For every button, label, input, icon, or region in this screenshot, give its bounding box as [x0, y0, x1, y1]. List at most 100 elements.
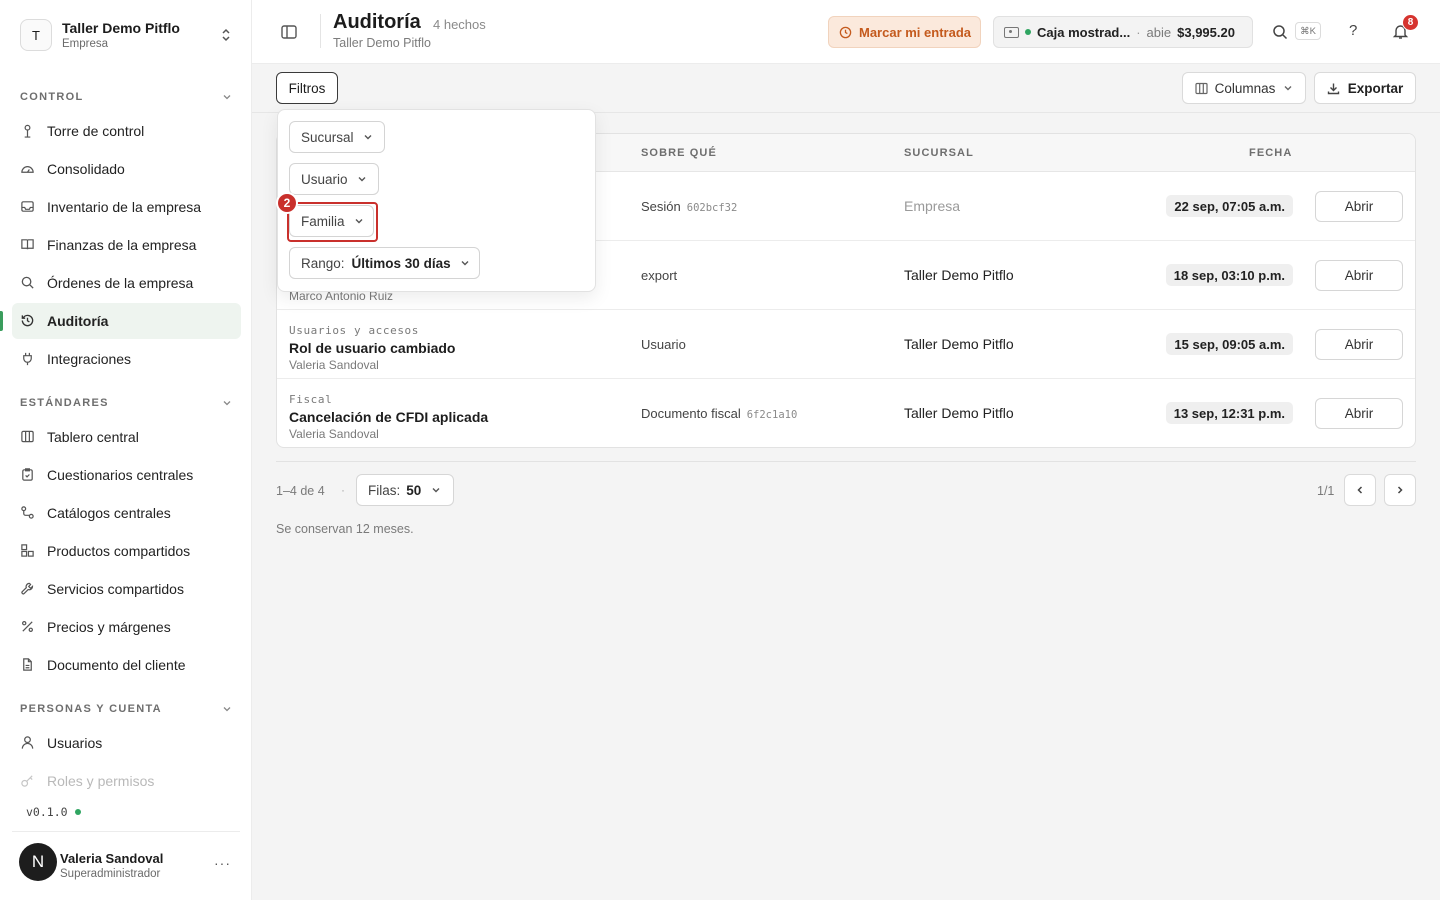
columns-icon: [1195, 82, 1208, 94]
clock-icon: [839, 26, 852, 38]
org-switcher[interactable]: T Taller Demo Pitflo Empresa: [20, 19, 240, 53]
sidebar-item-roles[interactable]: Roles y permisos: [12, 763, 241, 799]
export-button[interactable]: Exportar: [1314, 72, 1416, 104]
subject-code: 602bcf32: [686, 202, 738, 214]
chevron-down-icon: [432, 488, 440, 493]
event-date: 18 sep, 03:10 p.m.: [1165, 264, 1293, 286]
sidebar-item-tablero-central[interactable]: Tablero central: [12, 419, 241, 455]
sidebar-item-cuestionarios[interactable]: Cuestionarios centrales: [12, 457, 241, 493]
filters-button[interactable]: Filtros: [276, 72, 338, 104]
inbox-icon: [20, 199, 36, 215]
gauge-icon: [20, 161, 36, 177]
section-personas[interactable]: PERSONAS Y CUENTA: [20, 703, 232, 715]
sidebar-item-auditoria[interactable]: Auditoría: [12, 303, 241, 339]
sidebar-item-usuarios[interactable]: Usuarios: [12, 725, 241, 761]
sidebar-item-finanzas[interactable]: Finanzas de la empresa: [12, 227, 241, 263]
cash-icon: [1004, 26, 1019, 38]
register-name: Caja mostrad...: [1037, 24, 1131, 40]
sidebar-item-label: Cuestionarios centrales: [47, 467, 194, 483]
sidebar-item-catalogos[interactable]: Catálogos centrales: [12, 495, 241, 531]
page-title: Auditoría: [333, 11, 421, 33]
status-dot: [1025, 29, 1031, 35]
status-dot: [74, 809, 81, 815]
columns-icon: [20, 429, 36, 445]
chevron-down-icon: [358, 177, 366, 182]
route-icon: [20, 505, 36, 521]
clock-in-button[interactable]: Marcar mi entrada: [828, 16, 981, 48]
filters-popover: Sucursal Usuario Familia 2 Rango: Último…: [276, 109, 596, 292]
open-button[interactable]: Abrir: [1315, 260, 1403, 291]
open-button[interactable]: Abrir: [1315, 398, 1403, 429]
retention-note: Se conservan 12 meses.: [276, 522, 414, 536]
chevron-down-icon: [461, 261, 469, 266]
book-icon: [20, 237, 36, 253]
sidebar-item-inventario[interactable]: Inventario de la empresa: [12, 189, 241, 225]
step-highlight-box: [287, 202, 378, 242]
rows-per-page-select[interactable]: Filas: 50: [356, 474, 454, 506]
version-text: v0.1.0: [26, 805, 68, 819]
top-header: Auditoría 4 hechos Taller Demo Pitflo Ma…: [252, 0, 1440, 64]
column-header-branch[interactable]: SUCURSAL: [904, 147, 974, 159]
sidebar-item-ordenes[interactable]: Órdenes de la empresa: [12, 265, 241, 301]
sidebar-item-torre-de-control[interactable]: Torre de control: [12, 113, 241, 149]
column-header-date[interactable]: FECHA: [1249, 147, 1292, 159]
more-options-icon[interactable]: ···: [214, 855, 231, 871]
sidebar-item-label: Finanzas de la empresa: [47, 237, 197, 253]
sidebar-item-integraciones[interactable]: Integraciones: [12, 341, 241, 377]
help-button[interactable]: ?: [1349, 22, 1357, 39]
chevron-down-icon: [223, 401, 231, 406]
rows-value: 50: [406, 482, 422, 498]
plug-icon: [20, 351, 36, 367]
sidebar-item-productos[interactable]: Productos compartidos: [12, 533, 241, 569]
table-row[interactable]: Fiscal Cancelación de CFDI aplicada Vale…: [277, 379, 1415, 447]
clock-in-label: Marcar mi entrada: [859, 24, 971, 40]
sidebar-item-documento-cliente[interactable]: Documento del cliente: [12, 647, 241, 683]
document-icon: [20, 657, 36, 673]
chevron-down-icon: [1284, 86, 1292, 91]
user-menu[interactable]: N Valeria Sandoval Superadministrador ··…: [19, 843, 241, 883]
user-icon: [20, 735, 36, 751]
range-filter-select[interactable]: Rango: Últimos 30 días: [289, 247, 480, 279]
toolbar: Filtros Columnas Exportar: [252, 64, 1440, 113]
record-count: 4 hechos: [433, 17, 486, 32]
event-subject: Usuario: [641, 337, 692, 352]
sidebar: T Taller Demo Pitflo Empresa CONTROL Tor…: [0, 0, 252, 900]
notification-badge: 8: [1402, 14, 1419, 31]
active-indicator: [0, 311, 3, 331]
open-button[interactable]: Abrir: [1315, 191, 1403, 222]
version-indicator: v0.1.0: [26, 805, 81, 819]
chevron-down-icon: [223, 95, 231, 100]
range-filter-value: Últimos 30 días: [351, 255, 451, 271]
org-subtitle: Empresa: [62, 38, 109, 50]
register-state: abie: [1146, 24, 1172, 40]
header-divider: [320, 14, 321, 48]
sidebar-toggle-icon[interactable]: [280, 23, 298, 41]
user-filter-select[interactable]: Usuario: [289, 163, 379, 195]
branch-filter-select[interactable]: Sucursal: [289, 121, 385, 153]
sidebar-item-servicios[interactable]: Servicios compartidos: [12, 571, 241, 607]
section-estandares[interactable]: ESTÁNDARES: [20, 397, 232, 409]
column-header-about[interactable]: SOBRE QUÉ: [641, 147, 717, 159]
sidebar-item-label: Tablero central: [47, 429, 139, 445]
pagination-divider: [276, 461, 1416, 462]
sidebar-item-consolidado[interactable]: Consolidado: [12, 151, 241, 187]
range-filter-label: Rango:: [301, 255, 345, 271]
org-avatar: T: [20, 19, 52, 51]
percent-icon: [20, 619, 36, 635]
sidebar-item-label: Precios y márgenes: [47, 619, 171, 635]
open-button[interactable]: Abrir: [1315, 329, 1403, 360]
columns-button[interactable]: Columnas: [1182, 72, 1306, 104]
sidebar-item-label: Servicios compartidos: [47, 581, 184, 597]
sidebar-divider: [12, 831, 240, 832]
cash-register-selector[interactable]: Caja mostrad... · abie $3,995.20: [993, 16, 1253, 48]
previous-page-button[interactable]: [1344, 474, 1376, 506]
section-control[interactable]: CONTROL: [20, 91, 232, 103]
next-page-button[interactable]: [1384, 474, 1416, 506]
table-row[interactable]: Usuarios y accesos Rol de usuario cambia…: [277, 310, 1415, 379]
search-icon[interactable]: [1272, 24, 1288, 40]
sidebar-item-label: Usuarios: [47, 735, 103, 751]
register-amount: $3,995.20: [1177, 24, 1235, 40]
sidebar-item-label: Documento del cliente: [47, 657, 186, 673]
sidebar-item-precios[interactable]: Precios y márgenes: [12, 609, 241, 645]
sidebar-item-label: Catálogos centrales: [47, 505, 171, 521]
